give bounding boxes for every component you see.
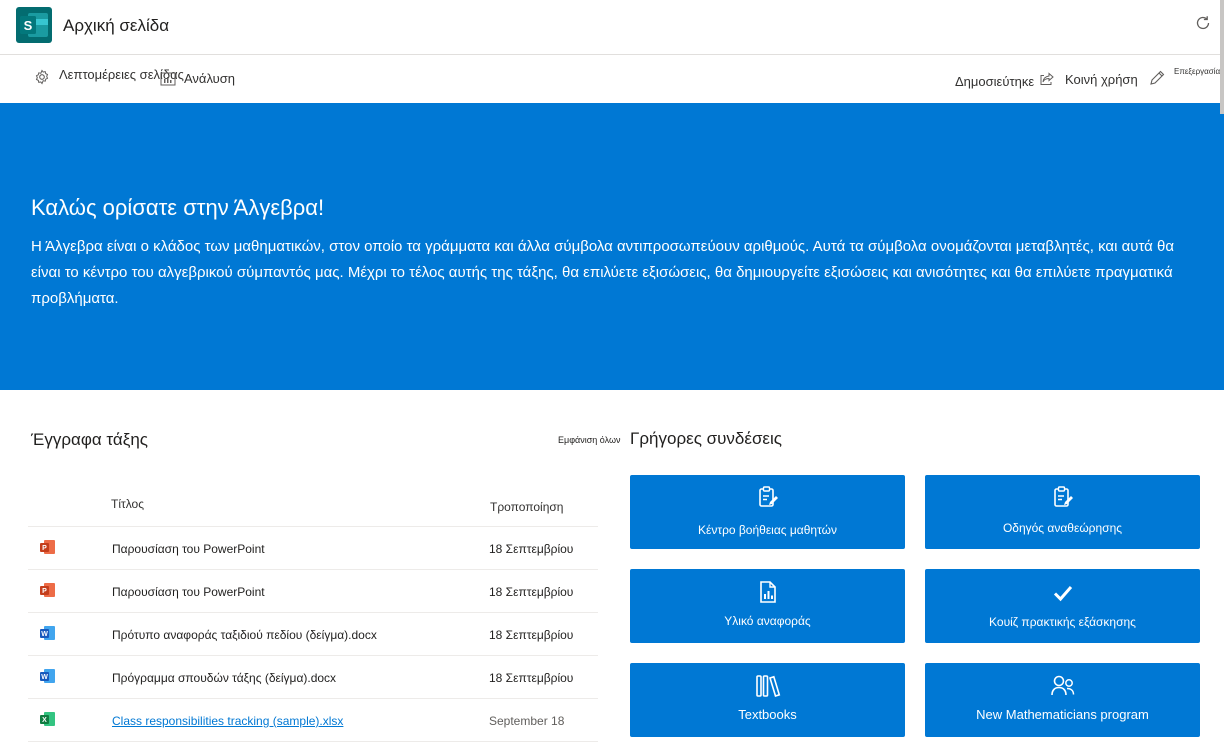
file-name: Παρουσίαση του PowerPoint bbox=[112, 542, 265, 556]
analytics-label: Ανάλυση bbox=[184, 71, 236, 86]
page-title[interactable]: Αρχική σελίδα bbox=[63, 16, 169, 36]
sharepoint-logo-icon[interactable]: S bbox=[16, 7, 52, 43]
share-label: Κοινή χρήση bbox=[1065, 71, 1138, 87]
share-button[interactable]: Κοινή χρήση bbox=[1039, 71, 1138, 87]
hero-text: Η Άλγεβρα είναι ο κλάδος των μαθηματικών… bbox=[31, 238, 1175, 307]
table-row[interactable]: W Πρότυπο αναφοράς ταξιδιού πεδίου (δείγ… bbox=[28, 613, 598, 656]
gear-icon bbox=[35, 69, 49, 85]
quick-link-label: Κουίζ πρακτικής εξάσκησης bbox=[989, 615, 1136, 629]
file-name[interactable]: Class responsibilities tracking (sample)… bbox=[112, 714, 343, 728]
checkmark-icon bbox=[1053, 586, 1072, 602]
file-name: Παρουσίαση του PowerPoint bbox=[112, 585, 265, 599]
people-icon bbox=[1050, 675, 1074, 696]
documents-title: Έγγραφα τάξης bbox=[31, 430, 148, 449]
svg-text:P: P bbox=[42, 588, 47, 595]
quick-link-student-help[interactable]: Κέντρο βοήθειας μαθητών bbox=[630, 475, 905, 549]
command-bar: Λεπτομέρειες σελίδας Ανάλυση Δημοσιεύτηκ… bbox=[0, 55, 1224, 102]
documents-table: Τίτλος Τροποποίηση P Παρουσίαση του Powe… bbox=[28, 485, 598, 742]
quick-link-label: Οδηγός αναθεώρησης bbox=[1002, 521, 1123, 535]
svg-text:W: W bbox=[41, 674, 48, 681]
quick-link-label: Υλικό αναφοράς bbox=[724, 614, 811, 628]
file-modified: September 18 bbox=[489, 714, 565, 728]
file-modified: 18 Σεπτεμβρίου bbox=[489, 542, 574, 556]
analytics-button[interactable]: Ανάλυση bbox=[160, 71, 235, 86]
pencil-icon bbox=[1150, 70, 1165, 85]
file-modified: 18 Σεπτεμβρίου bbox=[489, 671, 574, 685]
library-books-icon bbox=[755, 675, 780, 698]
quick-links-title: Γρήγορες συνδέσεις bbox=[630, 429, 782, 448]
table-row[interactable]: P Παρουσίαση του PowerPoint 18 Σεπτεμβρί… bbox=[28, 570, 598, 613]
document-chart-icon bbox=[759, 581, 776, 603]
table-row[interactable]: X Class responsibilities tracking (sampl… bbox=[28, 699, 598, 742]
column-header-modified[interactable]: Τροποποίηση bbox=[490, 500, 563, 514]
clipboard-edit-icon bbox=[758, 486, 778, 507]
word-file-icon: W bbox=[40, 669, 55, 683]
svg-text:P: P bbox=[42, 545, 47, 552]
powerpoint-file-icon: P bbox=[40, 540, 55, 554]
svg-text:W: W bbox=[41, 631, 48, 638]
quick-link-reference-material[interactable]: Υλικό αναφοράς bbox=[630, 569, 905, 643]
logo-letter: S bbox=[24, 18, 33, 33]
quick-link-practice-quiz[interactable]: Κουίζ πρακτικής εξάσκησης bbox=[925, 569, 1200, 643]
edit-button[interactable]: Επεξεργασία bbox=[1148, 66, 1221, 87]
word-file-icon: W bbox=[40, 626, 55, 640]
file-name: Πρόγραμμα σπουδών τάξης (δείγμα).docx bbox=[112, 671, 337, 685]
scrollbar-thumb[interactable] bbox=[1220, 0, 1224, 114]
file-modified: 18 Σεπτεμβρίου bbox=[489, 585, 574, 599]
published-status: Δημοσιεύτηκε bbox=[955, 74, 1035, 89]
quick-link-label: Κέντρο βοήθειας μαθητών bbox=[697, 523, 838, 537]
powerpoint-file-icon: P bbox=[40, 583, 55, 597]
show-all-link[interactable]: Εμφάνιση όλων bbox=[558, 435, 621, 445]
file-modified: 18 Σεπτεμβρίου bbox=[489, 628, 574, 642]
table-row[interactable]: W Πρόγραμμα σπουδών τάξης (δείγμα).docx … bbox=[28, 656, 598, 699]
hero-banner: Καλώς ορίσατε στην Άλγεβρα! Η Άλγεβρα εί… bbox=[0, 103, 1224, 390]
clipboard-edit-icon bbox=[1053, 486, 1073, 507]
app-bar: S Αρχική σελίδα bbox=[0, 0, 1224, 55]
edit-label: Επεξεργασία bbox=[1174, 66, 1221, 76]
table-row[interactable]: P Παρουσίαση του PowerPoint 18 Σεπτεμβρί… bbox=[28, 527, 598, 570]
column-header-title[interactable]: Τίτλος bbox=[111, 497, 144, 511]
refresh-icon[interactable] bbox=[1194, 14, 1212, 32]
share-icon bbox=[1040, 72, 1054, 85]
svg-text:X: X bbox=[42, 717, 47, 724]
quick-link-review-guide[interactable]: Οδηγός αναθεώρησης bbox=[925, 475, 1200, 549]
analytics-chart-icon bbox=[160, 72, 176, 85]
excel-file-icon: X bbox=[40, 712, 55, 726]
file-name: Πρότυπο αναφοράς ταξιδιού πεδίου (δείγμα… bbox=[112, 628, 377, 642]
quick-link-new-mathematicians[interactable]: New Mathematicians program bbox=[925, 663, 1200, 737]
quick-link-textbooks[interactable]: Textbooks bbox=[630, 663, 905, 737]
table-header: Τίτλος Τροποποίηση bbox=[28, 485, 598, 527]
hero-title: Καλώς ορίσατε στην Άλγεβρα! bbox=[31, 195, 325, 220]
